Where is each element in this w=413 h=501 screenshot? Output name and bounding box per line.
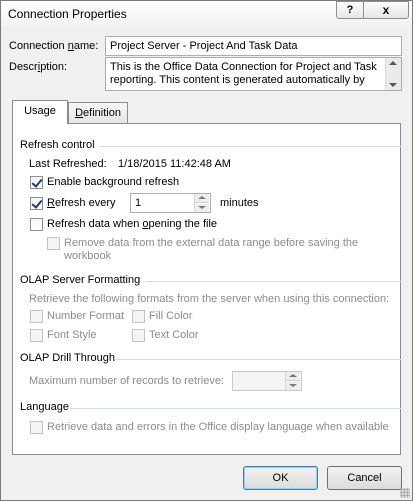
chevron-up-icon: [289, 374, 297, 377]
tab-definition-label: efinition: [83, 107, 121, 119]
label-part: Enable back: [47, 176, 108, 188]
max-records-spin-buttons[interactable]: [285, 372, 301, 390]
chevron-down-icon: [198, 206, 206, 209]
close-icon: x: [382, 3, 390, 17]
refresh-on-open-label[interactable]: Refresh data when opening the file: [47, 218, 217, 230]
group-divider: [146, 281, 401, 282]
refresh-on-open-checkbox[interactable]: [30, 218, 43, 231]
group-divider: [99, 146, 401, 147]
olap-drill-group: OLAP Drill Through: [20, 352, 402, 364]
remove-data-checkbox[interactable]: [47, 237, 60, 250]
connection-name-value: Project Server - Project And Task Data: [110, 40, 298, 52]
scroll-down-icon[interactable]: [389, 83, 397, 87]
connection-name-field[interactable]: Project Server - Project And Task Data: [105, 36, 402, 56]
max-records-stepper[interactable]: [232, 371, 302, 391]
refresh-interval-stepper[interactable]: 1: [130, 193, 211, 213]
window-title: Connection Properties: [8, 7, 127, 21]
refresh-interval-value: 1: [135, 197, 142, 209]
cancel-button-label: Cancel: [347, 472, 382, 484]
description-label: Description:: [9, 61, 67, 73]
number-format-checkbox[interactable]: [30, 310, 43, 323]
connection-name-label: Connection name:: [9, 40, 98, 52]
description-field[interactable]: This is the Office Data Connection for P…: [105, 57, 402, 91]
enable-background-refresh-label[interactable]: Enable background refresh: [47, 176, 179, 188]
refresh-every-label[interactable]: Refresh every: [47, 197, 115, 209]
tab-usage-label: Usage: [24, 105, 56, 117]
refresh-every-checkbox[interactable]: [30, 197, 43, 210]
fill-color-checkbox[interactable]: [132, 310, 145, 323]
label-part: round refresh: [113, 176, 180, 188]
language-group: Language: [20, 401, 402, 413]
refresh-control-heading: Refresh control: [20, 139, 95, 151]
scroll-up-icon[interactable]: [389, 61, 397, 65]
office-display-language-checkbox[interactable]: [30, 421, 43, 434]
cancel-button[interactable]: Cancel: [327, 466, 402, 490]
group-divider: [116, 359, 401, 360]
tab-usage[interactable]: Usage: [12, 100, 68, 124]
remove-data-label-cont: workbook: [64, 250, 112, 262]
last-refreshed-label: Last Refreshed:: [29, 158, 107, 170]
label-part: pening the file: [148, 218, 218, 230]
description-scrollbar[interactable]: [385, 58, 401, 90]
remove-data-label: Remove data from the external data range…: [64, 237, 359, 249]
description-value: This is the Office Data Connection for P…: [110, 61, 377, 86]
tab-definition-mnemonic: D: [75, 107, 84, 119]
label-part: Refresh data when: [47, 218, 143, 230]
help-icon: ?: [346, 4, 354, 16]
close-button[interactable]: x: [363, 1, 409, 19]
resize-grip-icon[interactable]: [400, 488, 410, 498]
fill-color-label: Fill Color: [149, 310, 193, 322]
label-part: ame:: [73, 40, 99, 52]
chevron-up-icon: [198, 196, 206, 199]
spin-up-button[interactable]: [195, 194, 209, 203]
refresh-control-group: Refresh control: [20, 139, 402, 151]
enable-background-refresh-checkbox[interactable]: [30, 176, 43, 189]
olap-formatting-description: Retrieve the following formats from the …: [29, 293, 390, 305]
spin-down-button[interactable]: [286, 382, 300, 390]
olap-drill-heading: OLAP Drill Through: [20, 352, 115, 364]
group-divider: [70, 408, 401, 409]
number-format-label: Number Format: [47, 310, 125, 322]
chevron-down-icon: [289, 384, 297, 387]
label-part: Connection: [9, 40, 68, 52]
connection-properties-dialog: Connection Properties ? x Connection nam…: [0, 0, 413, 501]
ok-button[interactable]: OK: [243, 466, 318, 490]
font-style-checkbox[interactable]: [30, 329, 43, 342]
title-bar[interactable]: Connection Properties ? x: [1, 1, 412, 27]
spin-up-button[interactable]: [286, 372, 300, 381]
olap-formatting-group: OLAP Server Formatting: [20, 274, 402, 286]
refresh-interval-unit: minutes: [220, 197, 259, 209]
help-button[interactable]: ?: [336, 1, 364, 19]
label-mnemonic: R: [47, 197, 55, 209]
office-display-language-label: Retrieve data and errors in the Office d…: [47, 421, 389, 433]
tab-definition[interactable]: Definition: [68, 102, 128, 124]
ok-button-label: OK: [272, 472, 289, 484]
last-refreshed-value: 1/18/2015 11:42:48 AM: [118, 158, 231, 170]
refresh-interval-spin-buttons[interactable]: [194, 194, 210, 212]
spin-down-button[interactable]: [195, 204, 209, 212]
language-heading: Language: [20, 401, 69, 413]
text-color-label: Text Color: [149, 329, 199, 341]
olap-formatting-heading: OLAP Server Formatting: [20, 274, 141, 286]
label-part: Descr: [9, 61, 38, 73]
font-style-label: Font Style: [47, 329, 97, 341]
max-records-label: Maximum number of records to retrieve:: [29, 375, 225, 387]
text-color-checkbox[interactable]: [132, 329, 145, 342]
label-part: ption:: [40, 61, 68, 73]
label-part: efresh every: [54, 197, 116, 209]
